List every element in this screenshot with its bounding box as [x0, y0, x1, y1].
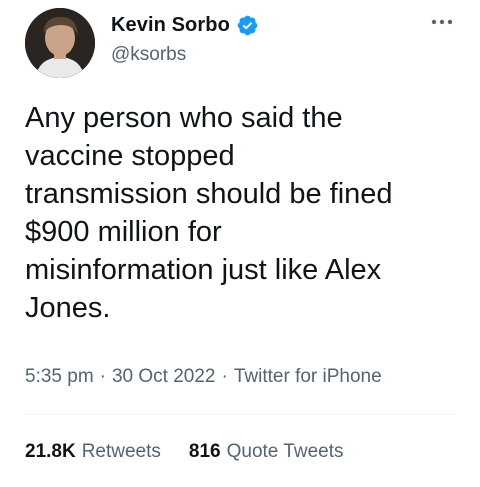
name-row: Kevin Sorbo	[111, 14, 259, 37]
tweet-date[interactable]: 30 Oct 2022	[112, 366, 216, 388]
divider	[25, 414, 455, 415]
more-dots-icon[interactable]	[429, 12, 455, 32]
retweets-label: Retweets	[81, 441, 161, 462]
meta-separator: ·	[221, 366, 228, 387]
display-name[interactable]: Kevin Sorbo	[111, 14, 230, 37]
tweet-time[interactable]: 5:35 pm	[25, 366, 94, 388]
tweet-meta: 5:35 pm · 30 Oct 2022 · Twitter for iPho…	[25, 366, 382, 388]
handle[interactable]: @ksorbs	[111, 44, 186, 66]
avatar[interactable]	[25, 8, 95, 78]
avatar-photo-icon	[25, 8, 95, 78]
tweet-text: Any person who said the vaccine stopped …	[25, 102, 393, 324]
verified-badge-icon	[236, 14, 259, 37]
meta-separator: ·	[99, 366, 106, 387]
tweet-stats: 21.8K Retweets 816 Quote Tweets	[25, 441, 344, 463]
quote-tweets-count: 816	[188, 441, 221, 462]
tweet-card: Kevin Sorbo @ksorbs Any person who said …	[0, 0, 480, 487]
quote-tweets-label: Quote Tweets	[226, 441, 344, 462]
tweet-source[interactable]: Twitter for iPhone	[234, 366, 382, 388]
quote-tweets-stat[interactable]: 816 Quote Tweets	[189, 441, 344, 463]
tweet-header: Kevin Sorbo @ksorbs	[25, 8, 455, 78]
retweets-stat[interactable]: 21.8K Retweets	[25, 441, 161, 463]
retweets-count: 21.8K	[25, 441, 76, 462]
